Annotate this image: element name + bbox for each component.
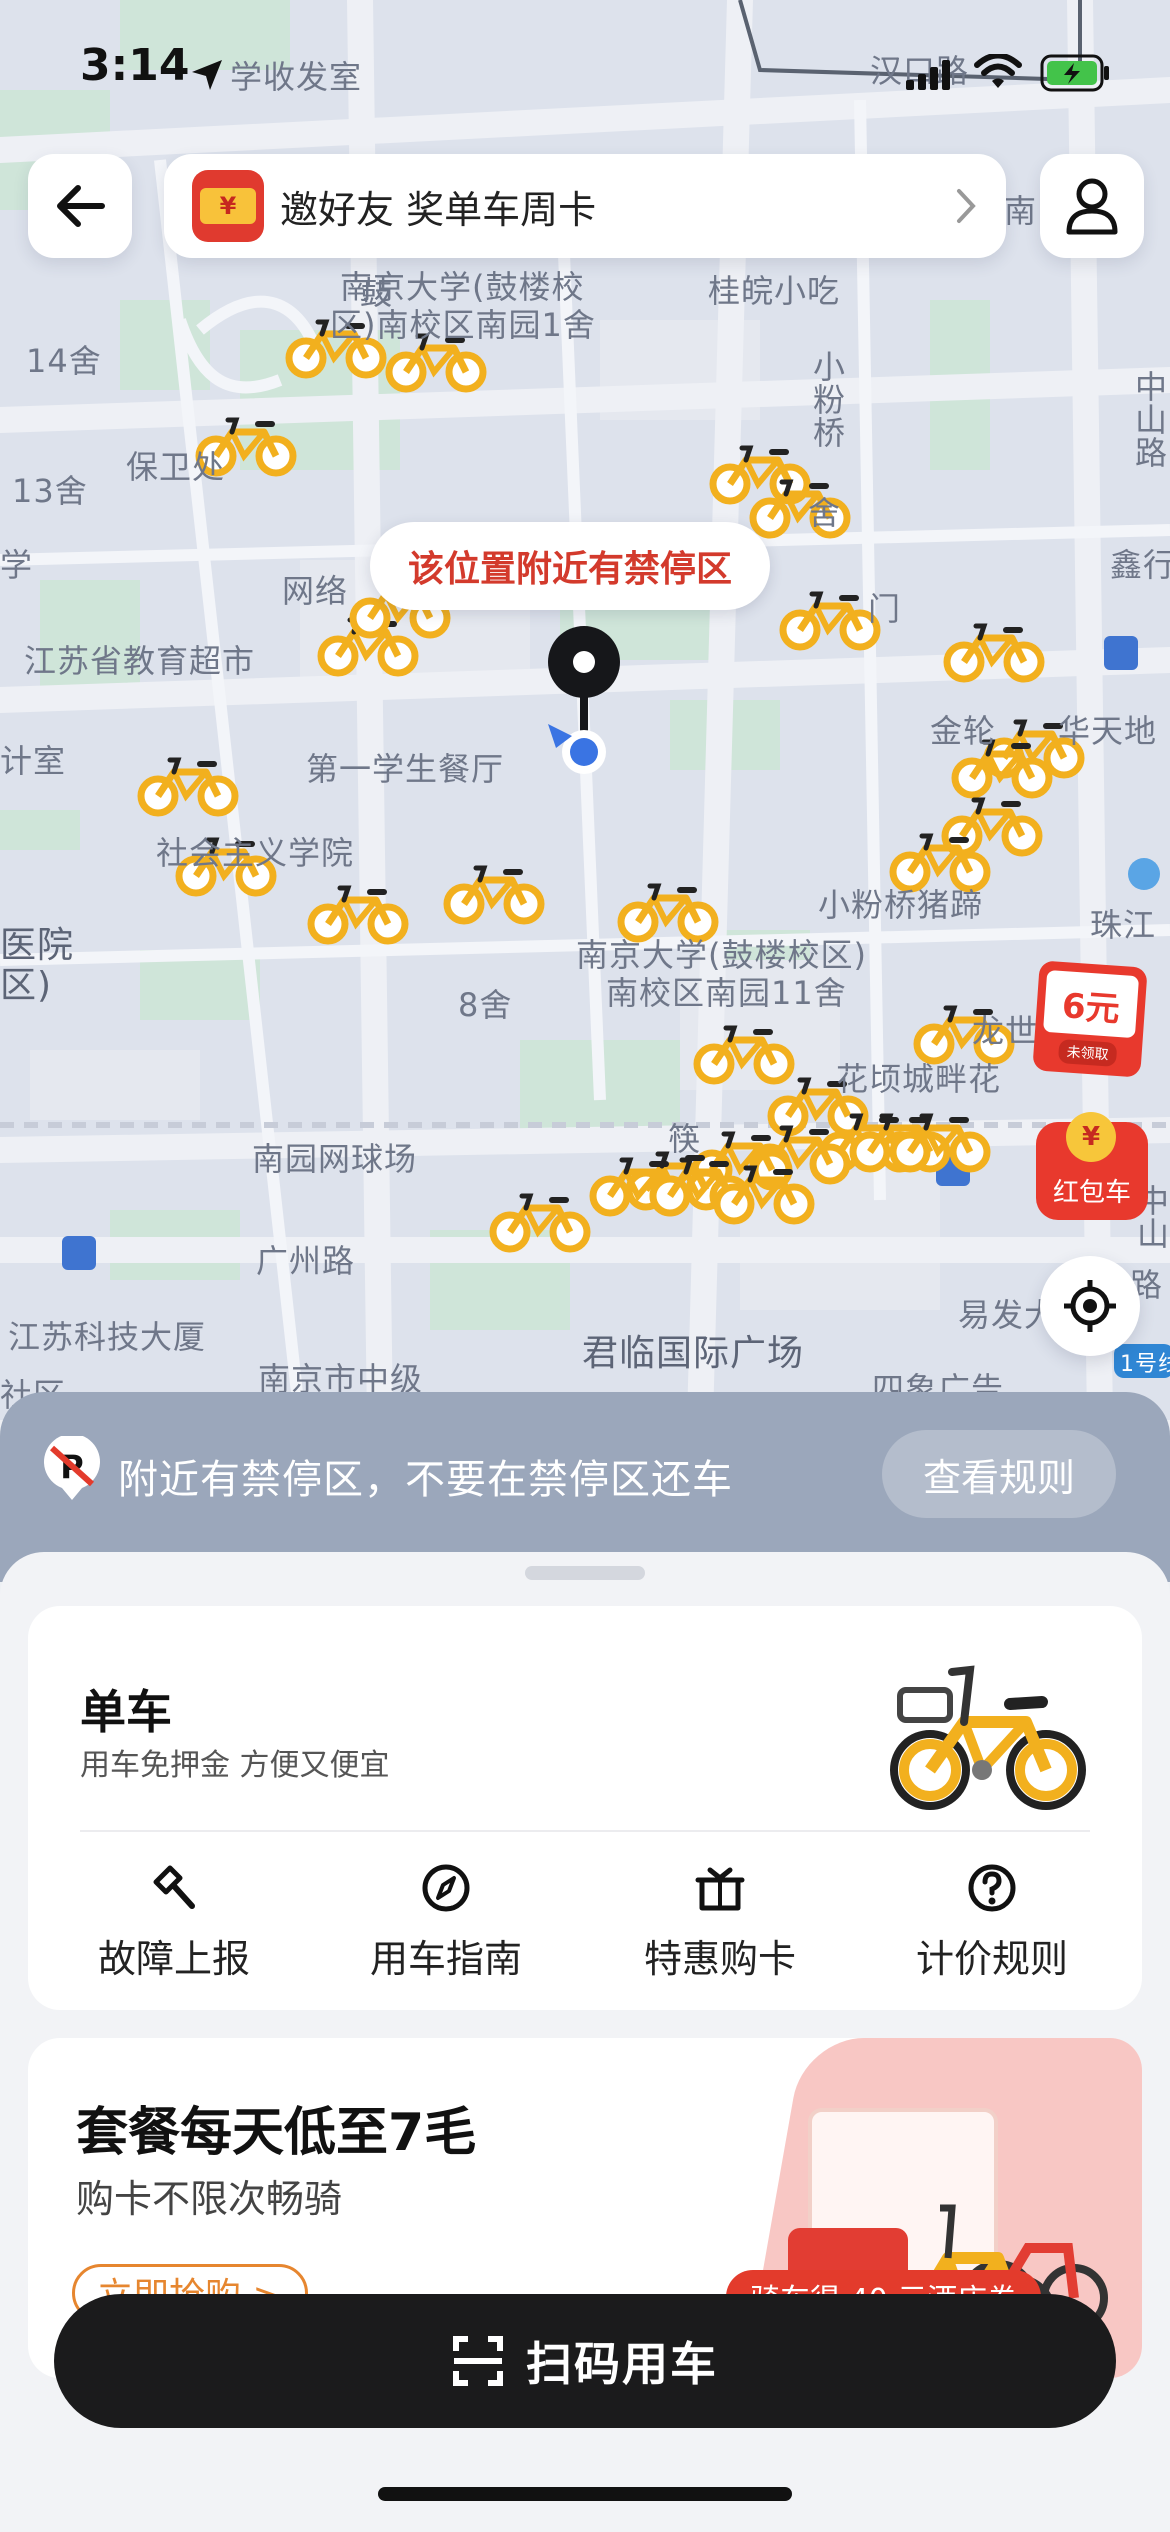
wifi-icon [974, 54, 1022, 88]
map-label: 鼓 [360, 274, 394, 312]
view-rules-button[interactable]: 查看规则 [882, 1430, 1116, 1518]
invite-banner[interactable]: ¥ 邀好友 奖单车周卡 [164, 154, 1006, 258]
wrench-icon [153, 1865, 195, 1909]
map-label: 鑫行 [1110, 546, 1170, 584]
map-label: 南 [1004, 192, 1038, 230]
map-label: 南校区南园11舍 [606, 974, 847, 1012]
card-divider [80, 1830, 1090, 1832]
map-label: 保卫处 [126, 448, 226, 486]
signal-icon [906, 60, 950, 90]
location-arrow-icon [192, 60, 222, 90]
map-label: 1号线 [1120, 1352, 1170, 1377]
red-bike-label: 红包车 [1052, 1178, 1131, 1208]
sheet-handle[interactable] [525, 1566, 645, 1580]
bike-subtitle: 用车免押金 方便又便宜 [80, 1748, 390, 1783]
map-label: 江苏科技大厦 [8, 1318, 207, 1356]
map-label: 计室 [0, 742, 67, 780]
map-label: 中山路 [1130, 370, 1168, 469]
bike-title: 单车 [80, 1685, 172, 1739]
map-label: 舍 [808, 494, 842, 532]
map-label: 学 [0, 546, 34, 584]
map-label: 广州路 [256, 1242, 356, 1280]
arrow-left-icon [57, 185, 105, 227]
map-label: 社会主义学院 [156, 834, 355, 872]
compass-icon [422, 1864, 470, 1912]
map-label: 珠江 [1090, 906, 1157, 944]
red-envelope-icon: ¥ [192, 170, 264, 242]
red-packet-badge[interactable]: 6元 未领取 [1032, 960, 1148, 1078]
action-label: 故障上报 [97, 1937, 250, 1981]
map-label: 网络 [282, 572, 349, 610]
user-icon [1066, 178, 1118, 235]
promo-title: 套餐每天低至7毛 [76, 2103, 477, 2163]
back-button[interactable] [28, 154, 132, 258]
chevron-right-icon [957, 189, 976, 223]
banner-text: 邀好友 奖单车周卡 [280, 187, 597, 232]
map-label: 龙世 [972, 1012, 1039, 1050]
no-parking-icon: P [44, 1436, 100, 1500]
home-indicator[interactable] [378, 2487, 792, 2501]
red-packet-amount: 6元 [1042, 969, 1140, 1039]
bike-illustration [890, 1665, 1086, 1810]
map-label: 13舍 [12, 472, 88, 510]
profile-button[interactable] [1040, 154, 1144, 258]
red-packet-sub: 未领取 [1057, 1038, 1118, 1067]
map-label: 小粉桥 [808, 350, 846, 449]
map-label: 江苏省教育超市 [24, 642, 256, 680]
status-time: 3:14 [80, 40, 190, 91]
map-label: 君临国际广场 [582, 1333, 805, 1374]
map-label: 南园网球场 [252, 1140, 418, 1178]
gift-box-icon [695, 1867, 745, 1911]
battery-icon [1040, 54, 1109, 92]
map-label: 华天地 [1058, 712, 1158, 750]
map-label: 8舍 [458, 986, 513, 1024]
coin-icon: ¥ [1066, 1112, 1116, 1162]
no-parking-callout: 该位置附近有禁停区 [370, 522, 771, 610]
map-label: 桂皖小吃 [708, 272, 841, 310]
guide-action[interactable]: 用车指南 [316, 1862, 576, 1983]
buy-card-action[interactable]: 特惠购卡 [590, 1862, 850, 1983]
scan-label: 扫码用车 [526, 2337, 718, 2391]
promo-subtitle: 购卡不限次畅骑 [76, 2177, 343, 2221]
map-label: 区) [0, 965, 53, 1006]
map-label: 门 [868, 590, 902, 628]
action-label: 用车指南 [369, 1937, 522, 1981]
locate-button[interactable] [1040, 1256, 1140, 1356]
map-label: 第一学生餐厅 [306, 750, 505, 788]
notice-text: 附近有禁停区，不要在禁停区还车 [118, 1457, 733, 1503]
map-label: 筷 [668, 1120, 702, 1158]
map-label: 学收发室 [230, 58, 363, 96]
action-label: 特惠购卡 [643, 1937, 796, 1981]
action-label: 计价规则 [915, 1937, 1068, 1981]
report-fault-action[interactable]: 故障上报 [44, 1862, 304, 1983]
map-label: 花顷城畔花 [836, 1060, 1002, 1098]
crosshair-icon [1064, 1280, 1116, 1332]
map-label: 14舍 [26, 342, 102, 380]
question-icon [968, 1864, 1016, 1912]
map-label: 金轮 [930, 712, 997, 750]
map-label: 小粉桥猪蹄 [818, 886, 984, 924]
red-bike-badge[interactable]: ¥ 红包车 [1036, 1112, 1148, 1220]
scan-to-ride-button[interactable]: 扫码用车 [54, 2294, 1116, 2428]
scan-icon [453, 2336, 503, 2386]
pricing-rules-action[interactable]: 计价规则 [862, 1862, 1122, 1983]
